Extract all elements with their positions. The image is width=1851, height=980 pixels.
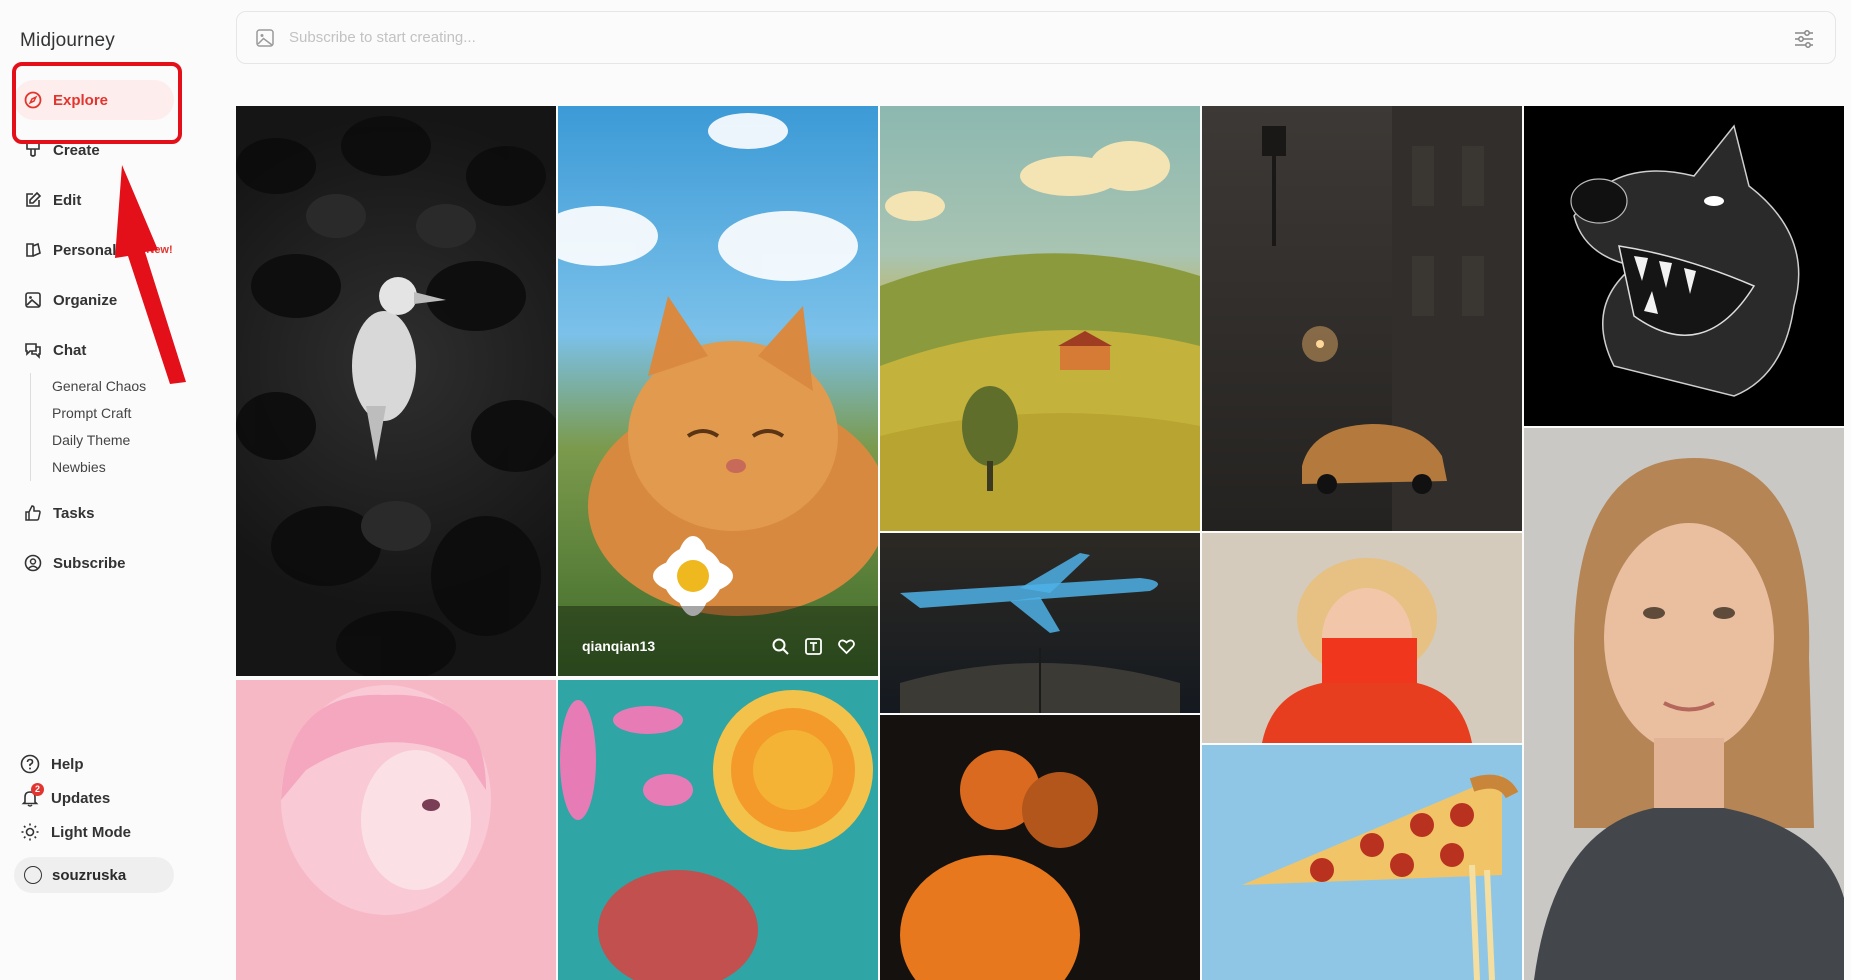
nav-organize-label: Organize <box>53 291 118 309</box>
help-link[interactable]: Help <box>20 747 190 781</box>
gallery-image-pink-hair-girl[interactable] <box>236 680 556 980</box>
gallery-image-ravens[interactable] <box>236 106 556 676</box>
search-bar[interactable] <box>236 11 1836 64</box>
username: souzruska <box>52 866 127 884</box>
nav-explore-label: Explore <box>53 91 109 109</box>
nav-edit-label: Edit <box>53 191 82 209</box>
foggy-street-artwork <box>1262 106 1522 531</box>
sidebar: Midjourney Explore Create Edit Personali… <box>0 0 215 893</box>
brush-icon <box>24 141 42 159</box>
gallery-image-cat-daisies[interactable]: qianqian13 <box>558 106 878 676</box>
gallery-image-foggy-street[interactable] <box>1202 106 1522 531</box>
secondary-nav: Tasks Subscribe <box>14 493 174 593</box>
prompt-input[interactable] <box>289 29 1739 46</box>
thumbs-up-icon <box>24 504 42 522</box>
search-icon[interactable] <box>771 637 790 656</box>
image-prompt-icon[interactable] <box>255 28 275 48</box>
updates-count-badge: 2 <box>31 783 44 796</box>
gallery-image-woman-red-book[interactable] <box>1202 533 1522 743</box>
ravens-artwork <box>236 116 556 676</box>
new-badge: New! <box>146 244 173 256</box>
gallery-image-countryside[interactable] <box>880 106 1200 531</box>
nav-chat[interactable]: Chat <box>14 330 174 370</box>
brand-logo[interactable]: Midjourney <box>20 30 115 52</box>
nav-tasks-label: Tasks <box>53 504 95 522</box>
compass-icon <box>24 91 42 109</box>
help-label: Help <box>51 755 84 773</box>
personalize-icon <box>24 241 42 259</box>
nav-organize[interactable]: Organize <box>14 280 174 320</box>
main-nav: Explore Create Edit Personalize New! Org… <box>14 80 174 380</box>
gallery-image-woman-portrait[interactable] <box>1524 428 1844 980</box>
gallery-image-psychedelic-sun[interactable] <box>558 680 878 980</box>
pizza-artwork <box>1242 774 1519 980</box>
light-mode-label: Light Mode <box>51 823 131 841</box>
settings-sliders-icon[interactable] <box>1793 28 1815 50</box>
gallery-image-pizza[interactable] <box>1202 745 1522 980</box>
nav-tasks[interactable]: Tasks <box>14 493 174 533</box>
chat-channel-prompt-craft[interactable]: Prompt Craft <box>52 400 146 427</box>
pink-girl-artwork <box>281 685 491 915</box>
portrait-artwork <box>1534 458 1844 980</box>
nav-explore[interactable]: Explore <box>14 80 174 120</box>
nav-create[interactable]: Create <box>14 130 174 170</box>
chat-icon <box>24 341 42 359</box>
nav-personalize[interactable]: Personalize New! <box>14 230 174 270</box>
chat-channel-general-chaos[interactable]: General Chaos <box>52 373 146 400</box>
gallery-image-wolf-sketch[interactable] <box>1524 106 1844 426</box>
user-circle-icon <box>24 554 42 572</box>
gallery-image-glowing-airplane[interactable] <box>880 533 1200 713</box>
nav-edit[interactable]: Edit <box>14 180 174 220</box>
image-actions <box>771 637 856 656</box>
couple-artwork <box>900 750 1098 980</box>
edit-icon <box>24 191 42 209</box>
bottom-menu: Help 2 Updates Light Mode <box>20 747 190 849</box>
countryside-artwork <box>880 141 1200 531</box>
cat-artwork <box>558 113 878 676</box>
gallery-image-couple-glow[interactable] <box>880 715 1200 980</box>
sun-icon <box>20 822 40 842</box>
nav-personalize-label: Personalize <box>53 241 137 259</box>
updates-link[interactable]: 2 Updates <box>20 781 190 815</box>
wolf-artwork <box>1570 124 1800 397</box>
nav-create-label: Create <box>53 141 100 159</box>
avatar <box>24 866 42 884</box>
heart-icon[interactable] <box>837 637 856 656</box>
chat-channel-newbies[interactable]: Newbies <box>52 454 146 481</box>
text-prompt-icon[interactable] <box>804 637 823 656</box>
light-mode-toggle[interactable]: Light Mode <box>20 815 190 849</box>
image-author[interactable]: qianqian13 <box>582 638 655 654</box>
updates-label: Updates <box>51 789 111 807</box>
psychedelic-artwork <box>560 690 873 980</box>
chat-channel-daily-theme[interactable]: Daily Theme <box>52 427 146 454</box>
help-icon <box>20 754 40 774</box>
chat-channel-list: General Chaos Prompt Craft Daily Theme N… <box>30 373 146 481</box>
nav-chat-label: Chat <box>53 341 87 359</box>
image-icon <box>24 291 42 309</box>
user-account[interactable]: souzruska <box>14 857 174 893</box>
nav-subscribe-label: Subscribe <box>53 554 126 572</box>
bell-icon: 2 <box>20 783 44 808</box>
nav-subscribe[interactable]: Subscribe <box>14 543 174 583</box>
airplane-artwork <box>900 553 1180 713</box>
woman-book-artwork <box>1262 558 1472 743</box>
